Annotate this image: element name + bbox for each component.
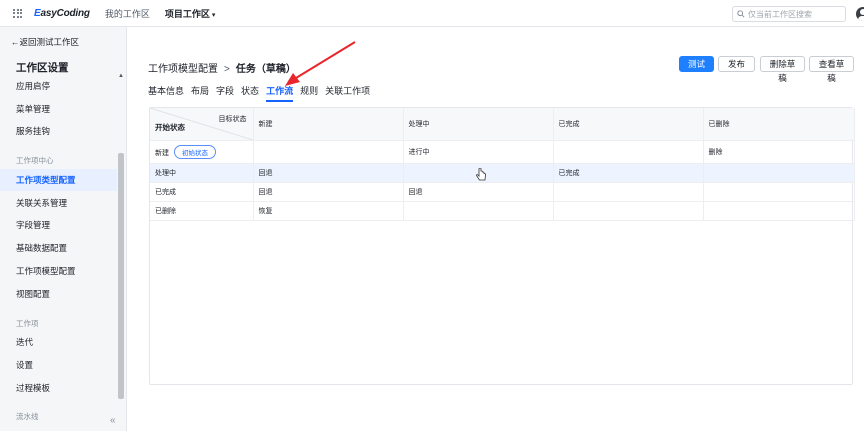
transition-cell[interactable] — [403, 201, 554, 221]
sidebar-group-pipeline: 流水线 — [16, 412, 39, 421]
search-input[interactable] — [748, 9, 838, 19]
column-header: 已删除 — [703, 108, 855, 141]
sidebar-scrollbar[interactable] — [118, 153, 124, 399]
transition-cell[interactable] — [703, 163, 855, 183]
user-avatar[interactable] — [856, 7, 864, 21]
sidebar-item-iteration[interactable]: 迭代 — [0, 331, 117, 353]
sidebar-item-relation-management[interactable]: 关联关系管理 — [0, 192, 117, 214]
breadcrumb-current: 任务（草稿） — [235, 64, 296, 75]
search-icon — [737, 10, 745, 18]
sidebar-item-field-management[interactable]: 字段管理 — [0, 214, 117, 236]
sidebar-item-workitem-type-config[interactable]: 工作项类型配置 — [0, 169, 117, 191]
test-button[interactable]: 测试 — [679, 56, 714, 72]
transition-cell[interactable]: 已完成 — [553, 163, 704, 183]
delete-draft-button[interactable]: 删除草稿 — [760, 56, 805, 83]
tab-workflow[interactable]: 工作流 — [266, 84, 294, 102]
transition-cell[interactable]: 进行中 — [403, 140, 554, 164]
tab-status[interactable]: 状态 — [241, 84, 259, 102]
tab-basic-info[interactable]: 基本信息 — [148, 84, 184, 102]
source-state-label: 开始状态 — [155, 122, 185, 132]
column-header: 已完成 — [553, 108, 704, 141]
workflow-table-container: 目标状态 开始状态 新建 处理中 已完成 已删除 新建 初始状态 进行中 删除 处… — [149, 107, 855, 385]
tab-layout[interactable]: 布局 — [191, 84, 209, 102]
sidebar-title: 工作区设置 — [16, 62, 69, 74]
breadcrumb: 工作项模型配置 > 任务（草稿） — [148, 60, 296, 75]
workflow-table: 目标状态 开始状态 新建 处理中 已完成 已删除 新建 初始状态 进行中 删除 处… — [150, 108, 855, 221]
sidebar-group-workitem: 工作项 — [16, 319, 39, 328]
table-row: 处理中 回退 已完成 — [150, 163, 855, 183]
transition-cell[interactable] — [553, 201, 704, 221]
tab-rules[interactable]: 规则 — [300, 84, 318, 102]
transition-cell[interactable] — [553, 140, 704, 164]
table-header-row: 目标状态 开始状态 新建 处理中 已完成 已删除 — [150, 108, 855, 141]
initial-state-badge: 初始状态 — [174, 144, 216, 159]
transition-cell[interactable] — [253, 140, 404, 164]
tab-fields[interactable]: 字段 — [216, 84, 234, 102]
target-state-label: 目标状态 — [218, 116, 247, 123]
sidebar-item-basic-data-config[interactable]: 基础数据配置 — [0, 237, 117, 259]
breadcrumb-separator: > — [224, 64, 230, 75]
sidebar-item-settings[interactable]: 设置 — [0, 354, 117, 376]
sidebar-item-app-toggle[interactable]: 应用启停 — [0, 75, 117, 97]
sidebar-item-process-template[interactable]: 过程模板 — [0, 377, 117, 399]
transition-cell[interactable] — [703, 182, 855, 202]
breadcrumb-parent[interactable]: 工作项模型配置 — [148, 64, 218, 75]
sidebar-group-workitem-center: 工作项中心 — [16, 156, 54, 165]
back-to-workspace-link[interactable]: ←返回测试工作区 — [11, 36, 79, 48]
table-row: 已完成 回退 回退 — [150, 182, 855, 202]
sidebar: ←返回测试工作区 工作区设置 应用启停 菜单管理 服务挂钩 工作项中心 工作项类… — [0, 27, 127, 431]
row-state-cell: 处理中 — [150, 163, 254, 183]
transition-cell[interactable]: 回退 — [253, 163, 404, 183]
nav-my-workspace[interactable]: 我的工作区 — [105, 7, 150, 20]
view-draft-button[interactable]: 查看草稿 — [809, 56, 854, 83]
sidebar-item-menu-management[interactable]: 菜单管理 — [0, 98, 117, 120]
row-state-label: 新建 — [155, 149, 169, 157]
app-grid-icon[interactable] — [13, 8, 22, 18]
transition-cell[interactable]: 恢复 — [253, 201, 404, 221]
table-corner-cell: 目标状态 开始状态 — [150, 108, 254, 141]
config-tabs: 基本信息 布局 字段 状态 工作流 规则 关联工作项 — [148, 84, 377, 102]
column-header: 新建 — [253, 108, 404, 141]
publish-button[interactable]: 发布 — [718, 56, 755, 72]
column-header: 处理中 — [403, 108, 554, 141]
row-state-cell: 新建 初始状态 — [150, 140, 254, 164]
transition-cell[interactable]: 回退 — [253, 182, 404, 202]
row-state-cell: 已删除 — [150, 201, 254, 221]
search-box[interactable] — [732, 6, 846, 22]
transition-cell[interactable]: 删除 — [703, 140, 855, 164]
table-row: 已删除 恢复 — [150, 201, 855, 221]
logo[interactable]: EasyCoding — [34, 8, 90, 19]
sidebar-item-service-hooks[interactable]: 服务挂钩 — [0, 120, 117, 142]
sidebar-item-view-config[interactable]: 视图配置 — [0, 283, 117, 305]
table-row: 新建 初始状态 进行中 删除 — [150, 140, 855, 164]
tab-related-workitems[interactable]: 关联工作项 — [325, 84, 370, 102]
row-state-cell: 已完成 — [150, 182, 254, 202]
nav-project-workspace[interactable]: 项目工作区 ▾ — [165, 7, 216, 20]
chevron-down-icon: ▾ — [211, 11, 216, 19]
scroll-up-icon[interactable]: ▲ — [118, 73, 124, 79]
collapse-sidebar-icon[interactable]: « — [110, 415, 116, 426]
main-content: 工作项模型配置 > 任务（草稿） 测试 发布 删除草稿 查看草稿 基本信息 布局 字… — [128, 27, 864, 431]
transition-cell[interactable] — [553, 182, 704, 202]
transition-cell[interactable] — [703, 201, 855, 221]
hand-cursor-icon — [476, 168, 486, 181]
transition-cell[interactable]: 回退 — [403, 182, 554, 202]
sidebar-item-workitem-model-config[interactable]: 工作项模型配置 — [0, 260, 117, 282]
